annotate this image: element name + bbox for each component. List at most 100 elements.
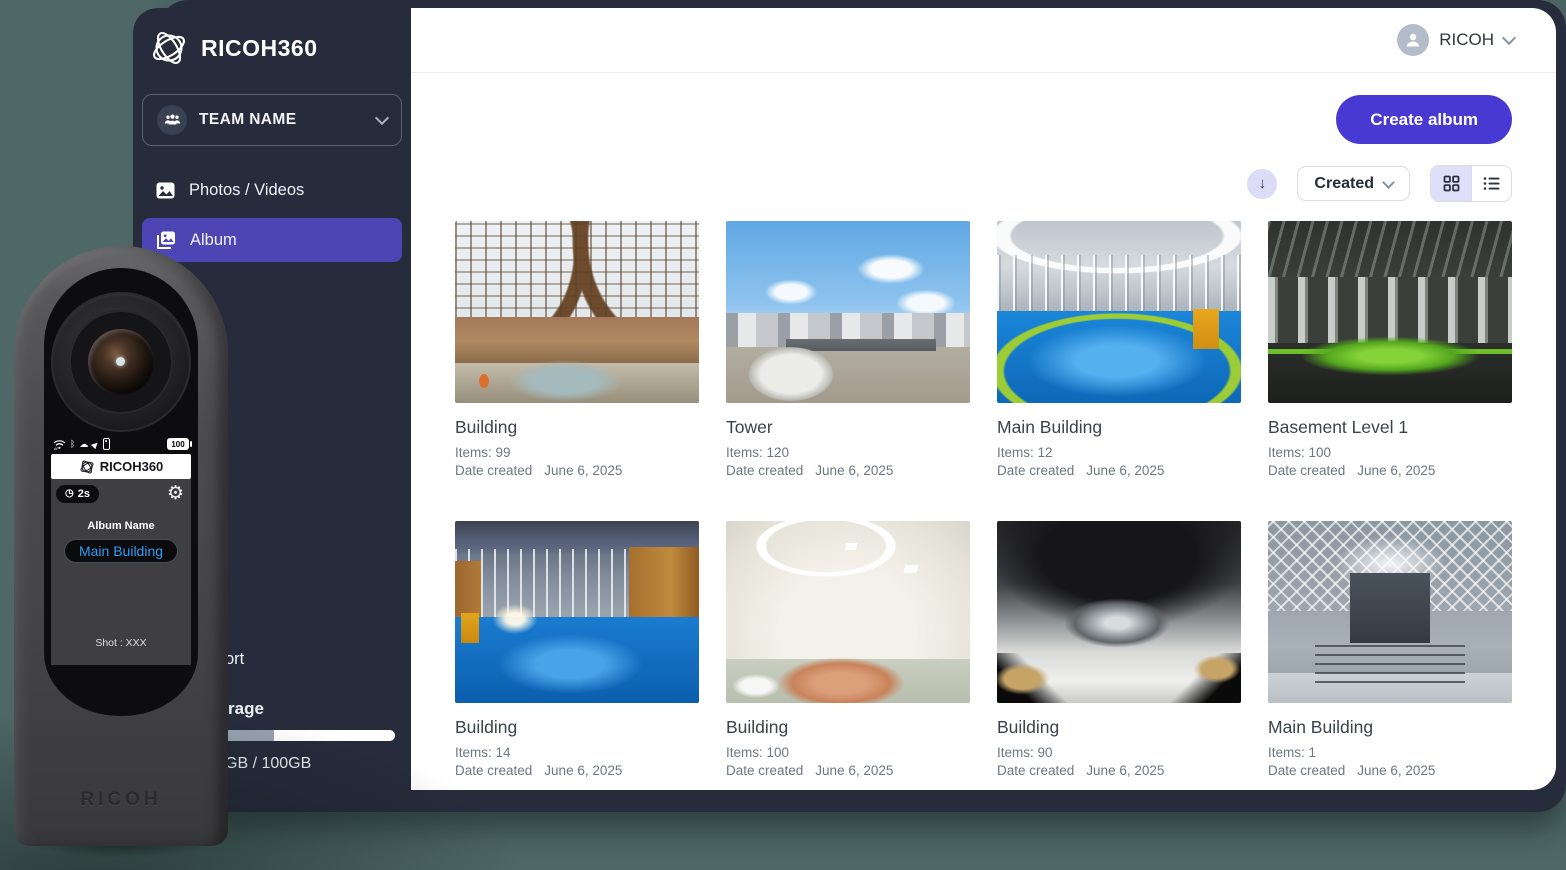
chevron-down-icon[interactable] [1502,31,1516,45]
date-created-label: Date created [1268,762,1345,779]
bluetooth-icon: ᛒ [70,440,75,449]
camera-body: AP ᛒ ☁ ▶ 100 RICOH360 [14,246,228,846]
album-thumbnail[interactable] [1268,521,1512,703]
team-name: TEAM NAME [199,111,365,129]
grid-icon [1443,175,1460,192]
date-created-label: Date created [455,462,532,479]
album-title: Building [455,416,699,438]
date-created-value: June 6, 2025 [544,462,622,479]
person-icon [1404,31,1422,49]
album-items-count: Items: 100 [1268,444,1512,461]
user-avatar[interactable] [1397,24,1429,56]
sidebar-item-label: Photos / Videos [189,181,304,200]
storage-heading-partial: rage [228,699,264,719]
camera-brand-text: RICOH [14,789,228,811]
album-thumbnail[interactable] [997,221,1241,403]
album-grid: Building Items: 99 Date createdJune 6, 2… [455,221,1512,779]
album-card[interactable]: Building Items: 100 Date createdJune 6, … [726,521,970,779]
camera-lens [51,292,191,432]
timer-icon: ◷ [65,488,74,499]
sidebar-item-photos-videos[interactable]: Photos / Videos [142,168,402,212]
camera-lens-glass [88,329,154,395]
date-created-value: June 6, 2025 [544,762,622,779]
location-icon: ▶ [90,439,101,450]
camera-device: AP ᛒ ☁ ▶ 100 RICOH360 [14,246,228,846]
view-mode-toggle [1430,165,1512,202]
album-page: Create album ↓ Created [411,73,1556,790]
remote-icon [103,438,110,450]
team-selector[interactable]: TEAM NAME [142,94,402,146]
album-thumbnail[interactable] [726,521,970,703]
album-title: Basement Level 1 [1268,416,1512,438]
album-card[interactable]: Basement Level 1 Items: 100 Date created… [1268,221,1512,479]
album-items-count: Items: 12 [997,444,1241,461]
timer-value: 2s [78,488,90,500]
album-title: Tower [726,416,970,438]
cloud-icon: ☁ [79,440,88,449]
album-card[interactable]: Building Items: 90 Date created June 6, 2… [997,521,1241,779]
camera-album-name-label: Album Name [51,520,191,532]
sort-direction-button[interactable]: ↓ [1247,169,1277,199]
timer-badge: ◷ 2s [56,485,99,503]
svg-text:AP: AP [54,447,59,450]
chevron-down-icon [375,111,389,125]
camera-front-panel: AP ᛒ ☁ ▶ 100 RICOH360 [44,268,198,716]
album-title: Building [997,716,1241,738]
album-items-count: Items: 90 [997,744,1241,761]
date-created-value: June 6, 2025 [1086,762,1164,779]
album-title: Main Building [1268,716,1512,738]
date-created-label: Date created [726,462,803,479]
album-thumbnail[interactable] [455,221,699,403]
album-title: Main Building [997,416,1241,438]
arrow-down-icon: ↓ [1259,175,1267,192]
date-created-value: June 6, 2025 [1086,462,1164,479]
album-card[interactable]: Tower Items: 120 Date createdJune 6, 202… [726,221,970,479]
sort-by-dropdown[interactable]: Created [1297,166,1410,201]
date-created-value: June 6, 2025 [1357,462,1435,479]
date-created-label: Date created [997,762,1074,779]
album-card[interactable]: Building Items: 14 Date createdJune 6, 2… [455,521,699,779]
album-card[interactable]: Main Building Items: 12 Date created June… [997,221,1241,479]
album-card[interactable]: Main Building Items: 1 Date created June … [1268,521,1512,779]
album-thumbnail[interactable] [726,221,970,403]
album-title: Building [726,716,970,738]
camera-lens-highlight [116,357,125,366]
camera-lens-ring [69,310,173,414]
camera-screen-panel: ◷ 2s ⚙ Album Name Main Building Shot : X… [51,479,191,665]
date-created-label: Date created [726,762,803,779]
date-created-value: June 6, 2025 [1357,762,1435,779]
brand-logo: RICOH360 [133,8,411,68]
main-area: RICOH Create album ↓ Created [411,8,1556,790]
camera-statusbar: AP ᛒ ☁ ▶ 100 [51,437,191,451]
list-view-button[interactable] [1471,166,1511,201]
create-album-button[interactable]: Create album [1336,95,1512,144]
wifi-icon: AP [53,439,66,450]
app-window: RICOH360 TEAM NAME [133,8,1556,790]
album-items-count: Items: 120 [726,444,970,461]
album-items-count: Items: 1 [1268,744,1512,761]
camera-shot-count: Shot : XXX [51,637,191,649]
album-title: Building [455,716,699,738]
sort-by-label: Created [1314,175,1374,193]
grid-view-button[interactable] [1431,166,1471,201]
camera-screen-logobar: RICOH360 [51,454,191,479]
brand-logo-text: RICOH360 [201,35,317,62]
storage-usage-text-partial: GB / 100GB [225,755,311,773]
album-thumbnail[interactable] [455,521,699,703]
chevron-down-icon [1382,176,1395,189]
list-icon [1483,176,1500,191]
date-created-label: Date created [997,462,1074,479]
album-card[interactable]: Building Items: 99 Date createdJune 6, 2… [455,221,699,479]
album-thumbnail[interactable] [997,521,1241,703]
camera-screen: AP ᛒ ☁ ▶ 100 RICOH360 [51,437,191,665]
date-created-value: June 6, 2025 [815,762,893,779]
gear-icon: ⚙ [167,484,184,503]
camera-album-name-value: Main Building [64,539,178,563]
user-name: RICOH [1439,30,1494,50]
team-icon [157,105,187,135]
battery-icon: 100 [167,438,189,450]
sort-controls: ↓ Created [455,166,1512,201]
date-created-label: Date created [1268,462,1345,479]
album-thumbnail[interactable] [1268,221,1512,403]
date-created-label: Date created [455,762,532,779]
